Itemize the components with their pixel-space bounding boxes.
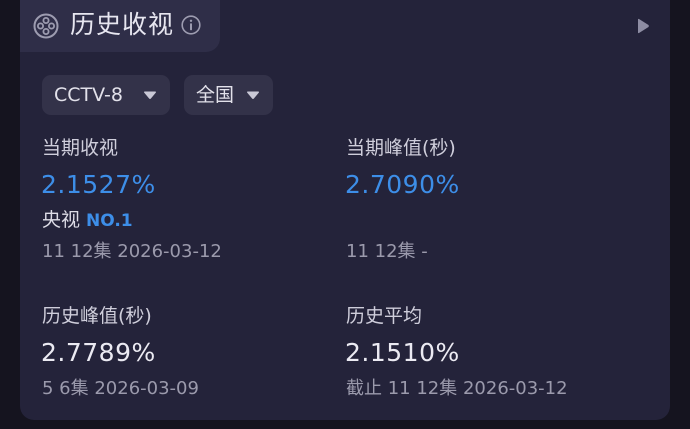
history-peak-value: 2.7789% bbox=[41, 338, 156, 367]
info-icon[interactable] bbox=[181, 15, 201, 35]
channel-dropdown-value: CCTV-8 bbox=[54, 84, 123, 106]
region-dropdown-value: 全国 bbox=[196, 84, 235, 106]
current-rating-detail: 11 12集 2026-03-12 bbox=[42, 241, 222, 262]
play-icon[interactable] bbox=[636, 18, 650, 34]
history-average-label: 历史平均 bbox=[346, 305, 423, 327]
history-average-detail: 截止 11 12集 2026-03-12 bbox=[346, 378, 568, 399]
history-average-value: 2.1510% bbox=[345, 338, 460, 367]
caret-down-icon bbox=[247, 91, 259, 99]
caret-down-icon bbox=[144, 91, 156, 99]
rank-badge: NO.1 bbox=[86, 211, 133, 231]
film-reel-icon bbox=[33, 13, 59, 39]
rank-prefix: 央视 bbox=[42, 209, 81, 231]
current-peak-detail: 11 12集 - bbox=[346, 241, 428, 262]
page-title: 历史收视 bbox=[70, 10, 175, 39]
history-peak-detail: 5 6集 2026-03-09 bbox=[42, 378, 199, 399]
region-dropdown[interactable]: 全国 bbox=[184, 75, 273, 115]
current-rating-value: 2.1527% bbox=[41, 170, 156, 199]
history-peak-label: 历史峰值(秒) bbox=[42, 305, 152, 327]
current-peak-value: 2.7090% bbox=[345, 170, 460, 199]
current-peak-label: 当期峰值(秒) bbox=[346, 137, 456, 159]
current-rating-label: 当期收视 bbox=[42, 137, 119, 159]
section-header: 历史收视 bbox=[20, 0, 220, 52]
channel-dropdown[interactable]: CCTV-8 bbox=[42, 75, 170, 115]
rank-line: 央视 NO.1 bbox=[42, 208, 133, 233]
ratings-card: 历史收视 CCTV-8 全国 当期收视 2.1527% 央视 NO.1 11 12… bbox=[20, 0, 670, 420]
